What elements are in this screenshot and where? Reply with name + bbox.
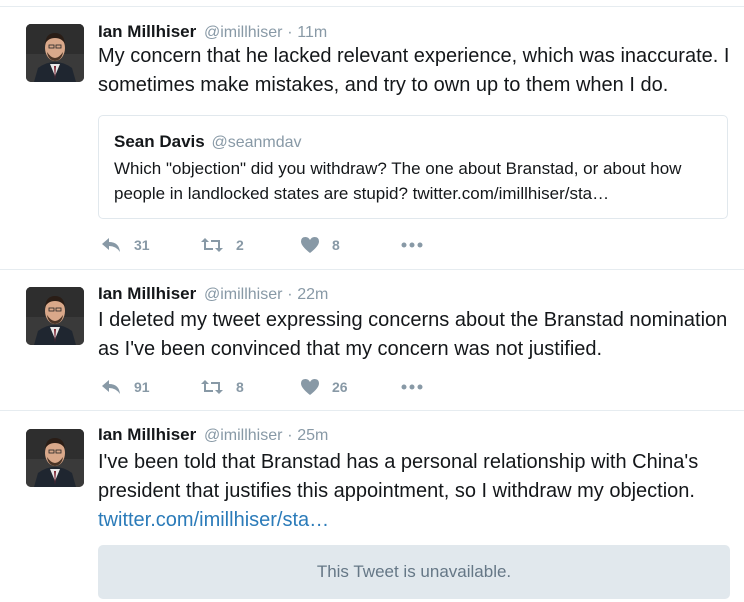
- reply-icon: [102, 380, 120, 394]
- heart-icon: [301, 379, 319, 395]
- tweet-link[interactable]: twitter.com/imillhiser/sta…: [98, 506, 738, 535]
- author-name[interactable]: Ian Millhiser: [98, 284, 196, 303]
- tweet-timestamp[interactable]: 11m: [297, 24, 327, 41]
- reply-icon: [102, 238, 120, 252]
- retweet-icon: [201, 238, 223, 252]
- tweet-text-block: I've been told that Branstad has a perso…: [98, 448, 738, 535]
- more-button[interactable]: [400, 234, 424, 256]
- avatar[interactable]: [26, 429, 84, 487]
- quoted-tweet-text: Which "objection" did you withdraw? The …: [114, 159, 682, 203]
- more-dots-icon: [401, 242, 423, 248]
- avatar[interactable]: [26, 24, 84, 82]
- quoted-author-name: Sean Davis: [114, 132, 205, 151]
- author-name[interactable]: Ian Millhiser: [98, 425, 196, 444]
- tweet-text: I deleted my tweet expressing concerns a…: [98, 309, 728, 360]
- retweet-button[interactable]: 8: [200, 376, 244, 398]
- like-button[interactable]: 26: [300, 376, 348, 398]
- heart-icon: [301, 237, 319, 253]
- separator-dot: ·: [287, 24, 293, 41]
- tweet[interactable]: Ian Millhiser @imillhiser · 22m I delete…: [0, 270, 744, 411]
- like-button[interactable]: 8: [300, 234, 340, 256]
- author-handle[interactable]: @imillhiser: [204, 286, 282, 303]
- tweet-header: Ian Millhiser @imillhiser · 22m: [98, 284, 328, 308]
- separator-dot: ·: [287, 286, 293, 303]
- author-name[interactable]: Ian Millhiser: [98, 22, 196, 41]
- unavailable-tweet-notice: This Tweet is unavailable.: [98, 545, 730, 599]
- retweet-button[interactable]: 2: [200, 234, 244, 256]
- quoted-author-handle: @seanmdav: [211, 134, 302, 151]
- retweet-count: 8: [236, 379, 244, 395]
- tweet-timestamp[interactable]: 22m: [297, 286, 328, 303]
- like-count: 8: [332, 237, 340, 253]
- tweet-timestamp[interactable]: 25m: [297, 427, 328, 444]
- tweet-text: I've been told that Branstad has a perso…: [98, 451, 699, 502]
- more-button[interactable]: [400, 376, 424, 398]
- tweet[interactable]: Ian Millhiser @imillhiser · 25m I've bee…: [0, 411, 744, 602]
- timeline: Ian Millhiser @imillhiser · 11m My conce…: [0, 0, 744, 602]
- retweet-icon: [201, 380, 223, 394]
- tweet-text: My concern that he lacked relevant exper…: [98, 45, 730, 96]
- more-dots-icon: [401, 384, 423, 390]
- reply-button[interactable]: 91: [100, 376, 150, 398]
- separator-dot: ·: [287, 427, 293, 444]
- avatar[interactable]: [26, 287, 84, 345]
- reply-button[interactable]: 31: [100, 234, 150, 256]
- author-handle[interactable]: @imillhiser: [204, 427, 282, 444]
- reply-count: 91: [134, 379, 150, 395]
- author-handle[interactable]: @imillhiser: [204, 24, 282, 41]
- quoted-tweet[interactable]: Sean Davis @seanmdav Which "objection" d…: [98, 115, 728, 219]
- reply-count: 31: [134, 237, 150, 253]
- tweet[interactable]: Ian Millhiser @imillhiser · 11m My conce…: [0, 0, 744, 270]
- retweet-count: 2: [236, 237, 244, 253]
- quoted-tweet-header: Sean Davis @seanmdav: [114, 132, 302, 152]
- tweet-header: Ian Millhiser @imillhiser · 25m: [98, 425, 328, 449]
- like-count: 26: [332, 379, 348, 395]
